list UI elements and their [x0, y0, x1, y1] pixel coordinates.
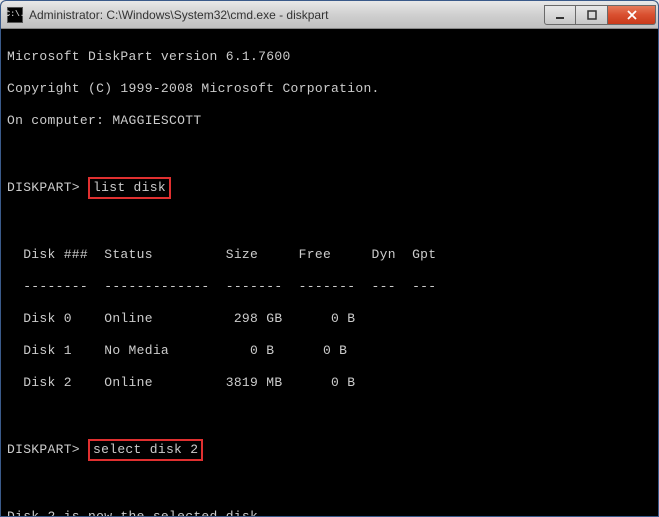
version-line: Microsoft DiskPart version 6.1.7600 — [7, 49, 652, 65]
table-row: Disk 0 Online 298 GB 0 B — [7, 311, 652, 327]
window-controls — [544, 5, 656, 25]
cmd-window: C:\. Administrator: C:\Windows\System32\… — [0, 0, 659, 517]
terminal-output[interactable]: Microsoft DiskPart version 6.1.7600 Copy… — [1, 29, 658, 516]
window-title: Administrator: C:\Windows\System32\cmd.e… — [29, 8, 544, 22]
table-row: Disk 2 Online 3819 MB 0 B — [7, 375, 652, 391]
close-button[interactable] — [608, 5, 656, 25]
table-divider: -------- ------------- ------- ------- -… — [7, 279, 652, 295]
msg-selected: Disk 2 is now the selected disk. — [7, 509, 652, 516]
app-icon: C:\. — [7, 7, 23, 23]
copyright-line: Copyright (C) 1999-2008 Microsoft Corpor… — [7, 81, 652, 97]
table-row: Disk 1 No Media 0 B 0 B — [7, 343, 652, 359]
minimize-button[interactable] — [544, 5, 576, 25]
maximize-button[interactable] — [576, 5, 608, 25]
table-header: Disk ### Status Size Free Dyn Gpt — [7, 247, 652, 263]
prompt: DISKPART> — [7, 442, 80, 457]
computer-line: On computer: MAGGIESCOTT — [7, 113, 652, 129]
cmd-select-disk: select disk 2 — [88, 439, 203, 461]
titlebar[interactable]: C:\. Administrator: C:\Windows\System32\… — [1, 1, 658, 29]
prompt: DISKPART> — [7, 180, 80, 195]
cmd-list-disk: list disk — [88, 177, 171, 199]
